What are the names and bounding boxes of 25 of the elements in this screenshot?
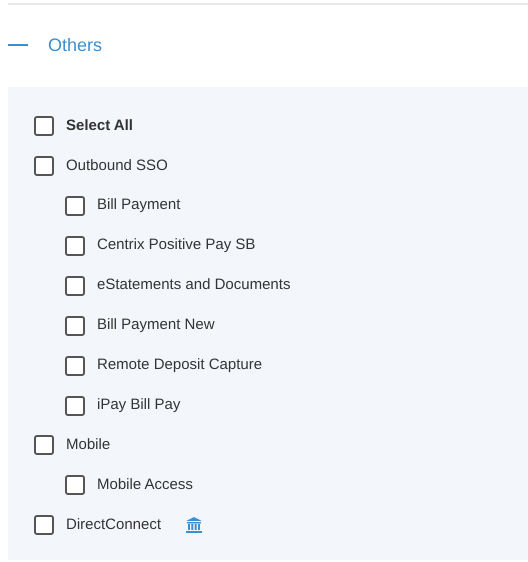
option-label: Centrix Positive Pay SB xyxy=(97,235,256,256)
option-label: iPay Bill Pay xyxy=(97,395,180,416)
section-header[interactable]: Others xyxy=(8,5,528,87)
checkbox[interactable] xyxy=(65,475,85,495)
checkbox[interactable] xyxy=(65,396,85,416)
option-label: Bill Payment New xyxy=(97,315,215,336)
option-label: Select All xyxy=(66,116,133,136)
option-label: eStatements and Documents xyxy=(97,275,290,296)
checkbox[interactable] xyxy=(65,196,85,216)
checkbox[interactable] xyxy=(34,514,54,535)
checkbox[interactable] xyxy=(34,116,54,136)
option-label: Mobile xyxy=(66,435,110,455)
option-label: Outbound SSO xyxy=(66,156,168,176)
section-title: Others xyxy=(48,34,102,56)
bank-icon xyxy=(185,516,204,533)
checkbox[interactable] xyxy=(34,156,54,176)
checkbox[interactable] xyxy=(34,435,54,456)
checkbox[interactable] xyxy=(65,316,85,336)
checkbox[interactable] xyxy=(65,236,85,256)
checkbox[interactable] xyxy=(65,356,85,376)
option-label: Mobile Access xyxy=(97,474,193,495)
option-label: DirectConnect xyxy=(66,514,162,534)
option-label: Bill Payment xyxy=(97,195,180,216)
checkbox[interactable] xyxy=(65,276,85,296)
option-label: Remote Deposit Capture xyxy=(97,355,262,376)
